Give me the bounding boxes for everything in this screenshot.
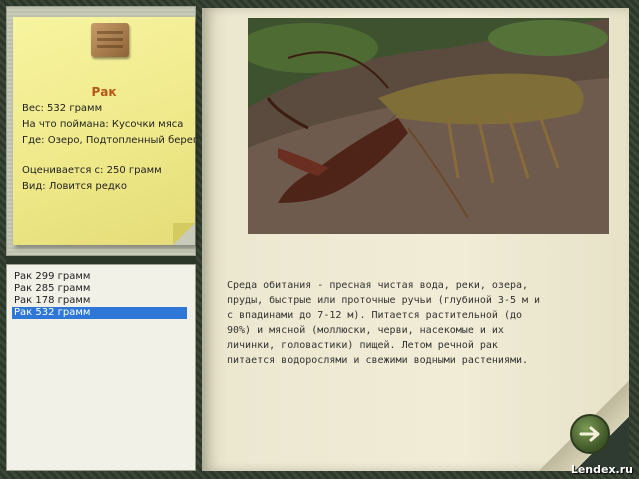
habitat-description: Среда обитания - пресная чистая вода, ре…: [227, 280, 541, 366]
encyclopedia-page: Среда обитания - пресная чистая вода, ре…: [202, 8, 629, 471]
crayfish-illustration: [248, 18, 609, 234]
note-area: Рак Вес: 532 грамм На что поймана: Кусоч…: [6, 6, 199, 256]
watermark-text: Lendex.ru: [570, 463, 633, 476]
page-curl-corner: [173, 223, 195, 245]
fish-name: Рак: [91, 85, 117, 99]
weight-text: Вес: 532 грамм: [22, 103, 103, 114]
sticky-note: Рак Вес: 532 грамм На что поймана: Кусоч…: [13, 17, 199, 245]
value-text: Оценивается с: 250 грамм: [22, 165, 162, 176]
catch-list-item[interactable]: Рак 178 грамм: [12, 295, 187, 307]
crayfish-photo: [248, 18, 609, 234]
rarity-text: Вид: Ловится редко: [22, 181, 127, 192]
left-column: Рак Вес: 532 грамм На что поймана: Кусоч…: [6, 6, 199, 471]
catch-list-item-selected[interactable]: Рак 532 грамм: [12, 307, 187, 319]
catch-list-item[interactable]: Рак 299 грамм: [12, 271, 187, 283]
arrow-right-icon: [579, 426, 600, 442]
location-text: Где: Озеро, Подтопленный берег: [22, 135, 199, 146]
bait-text: На что поймана: Кусочки мяса: [22, 119, 184, 130]
bait-item-icon: [91, 23, 129, 57]
next-page-button[interactable]: [570, 414, 610, 454]
catch-list: Рак 299 грамм Рак 285 грамм Рак 178 грам…: [6, 264, 196, 471]
catch-list-item[interactable]: Рак 285 грамм: [12, 283, 187, 295]
